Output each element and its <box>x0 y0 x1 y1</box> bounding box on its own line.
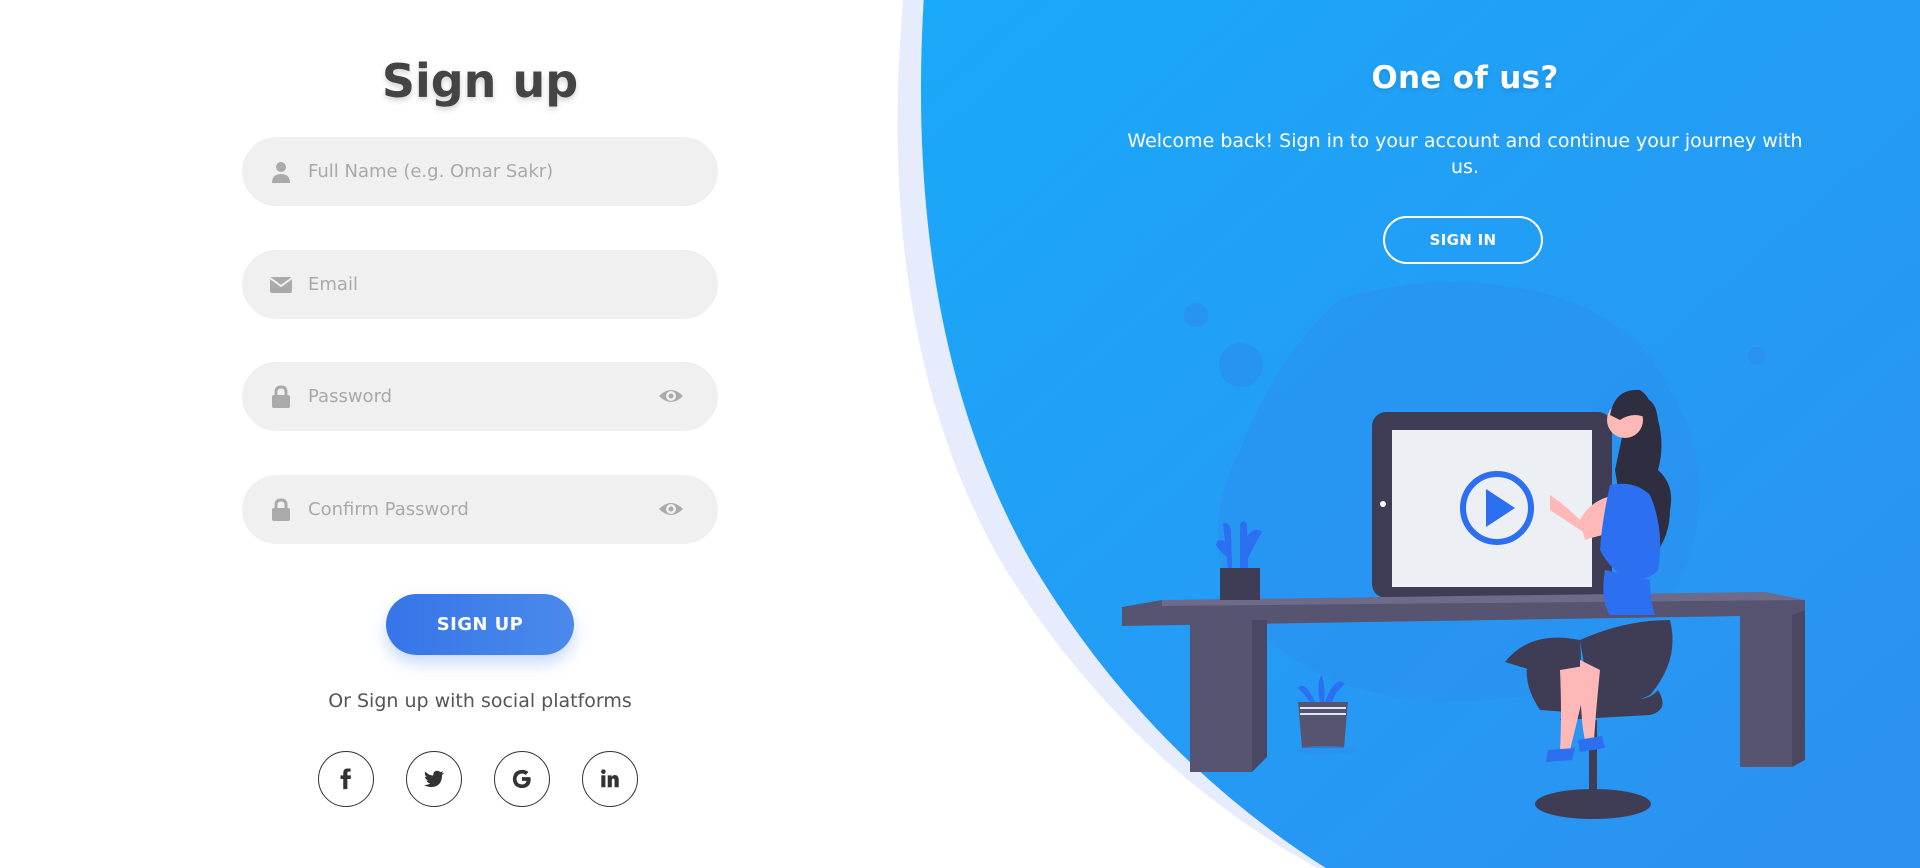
full-name-input[interactable] <box>308 137 638 206</box>
eye-icon[interactable] <box>658 498 684 520</box>
password-input[interactable] <box>308 362 638 431</box>
social-icons-row <box>318 751 648 809</box>
facebook-button[interactable] <box>318 751 374 807</box>
signup-form: Sign up Full Name (e.g. Omar Sakr) Email… <box>242 0 718 868</box>
user-icon <box>272 162 290 183</box>
twitter-icon <box>423 770 445 788</box>
panel-title: One of us? <box>1371 60 1559 96</box>
google-icon <box>512 769 531 789</box>
password-field <box>242 362 718 431</box>
twitter-button[interactable] <box>406 751 462 807</box>
email-field <box>242 250 718 319</box>
linkedin-icon <box>601 769 619 788</box>
google-button[interactable] <box>494 751 550 807</box>
lock-icon <box>272 385 290 408</box>
social-platforms-text: Or Sign up with social platforms <box>328 690 632 712</box>
email-input[interactable] <box>308 250 638 319</box>
linkedin-button[interactable] <box>582 751 638 807</box>
lock-icon <box>272 498 290 521</box>
eye-icon[interactable] <box>658 385 684 407</box>
facebook-icon <box>340 768 352 790</box>
full-name-field <box>242 137 718 206</box>
panel-description: Welcome back! Sign in to your account an… <box>1127 130 1803 178</box>
envelope-icon <box>269 277 293 293</box>
confirm-password-field <box>242 475 718 544</box>
sign-in-button[interactable]: SIGN IN <box>1383 216 1543 264</box>
sign-up-button[interactable]: SIGN UP <box>386 594 574 655</box>
confirm-password-input[interactable] <box>308 475 638 544</box>
signup-title: Sign up <box>381 54 579 108</box>
signup-page: One of us? Welcome back! Sign in to your… <box>0 0 1920 868</box>
desk-illustration <box>1122 282 1805 819</box>
